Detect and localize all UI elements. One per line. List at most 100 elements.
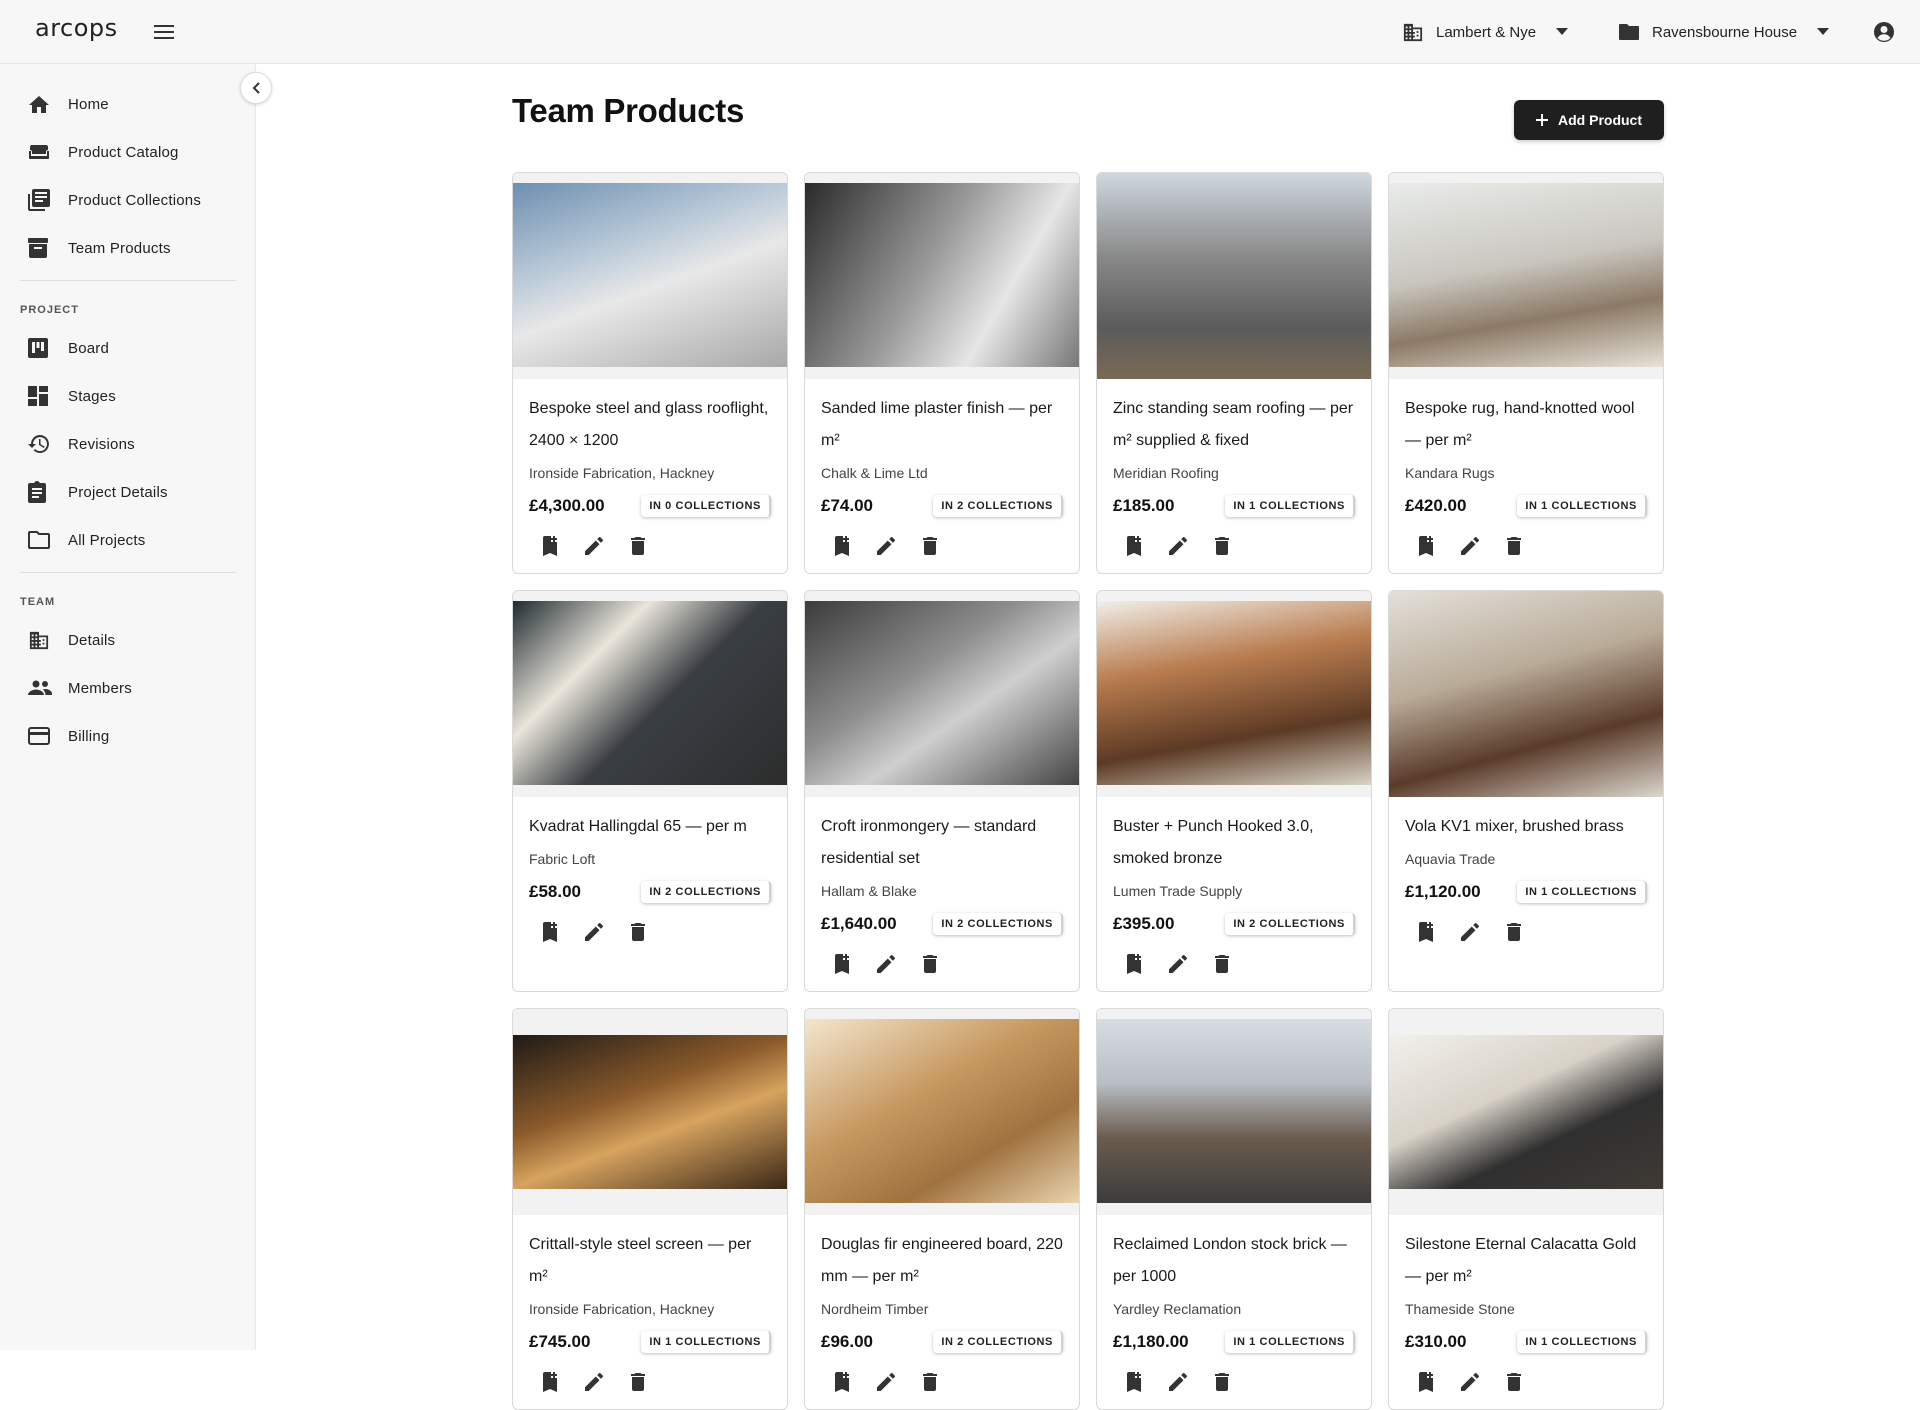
product-image-frame: [1389, 591, 1663, 797]
project-section-heading: PROJECT: [20, 304, 79, 316]
collections-badge[interactable]: IN 1 COLLECTIONS: [1225, 495, 1355, 517]
edit-button[interactable]: [583, 921, 605, 943]
delete-button[interactable]: [1211, 535, 1233, 557]
pencil-icon: [1169, 537, 1187, 555]
collections-badge[interactable]: IN 2 COLLECTIONS: [933, 495, 1063, 517]
product-supplier: Lumen Trade Supply: [1113, 883, 1243, 899]
edit-button[interactable]: [1167, 535, 1189, 557]
team-selector[interactable]: Lambert & Nye: [1402, 16, 1569, 48]
delete-button[interactable]: [1503, 1371, 1525, 1393]
add-to-collection-button[interactable]: [1123, 953, 1145, 975]
project-selector[interactable]: Ravensbourne House: [1618, 16, 1830, 48]
add-to-collection-button[interactable]: [1415, 535, 1437, 557]
library-icon: [20, 189, 60, 211]
pencil-icon: [1169, 955, 1187, 973]
delete-button[interactable]: [1503, 921, 1525, 943]
terraced-houses-photo[interactable]: [1097, 1019, 1371, 1203]
delete-button[interactable]: [1211, 1371, 1233, 1393]
edit-button[interactable]: [1167, 953, 1189, 975]
collections-badge[interactable]: IN 1 COLLECTIONS: [1517, 881, 1647, 903]
collapse-sidebar-button[interactable]: [240, 72, 272, 104]
product-price: £4,300.00: [529, 496, 605, 515]
trash-icon: [923, 955, 937, 973]
delete-button[interactable]: [919, 535, 941, 557]
collections-badge[interactable]: IN 1 COLLECTIONS: [1517, 495, 1647, 517]
plastering-photo[interactable]: [805, 183, 1079, 367]
kitchen-photo[interactable]: [1389, 1035, 1663, 1189]
bookmark-add-icon: [834, 954, 850, 974]
carpentry-photo[interactable]: [805, 601, 1079, 785]
sidebar-item-all-projects[interactable]: All Projects: [20, 520, 240, 560]
sidebar-item-details[interactable]: Details: [20, 620, 240, 660]
sidebar-item-product-collections[interactable]: Product Collections: [20, 180, 240, 220]
collections-badge[interactable]: IN 2 COLLECTIONS: [641, 881, 771, 903]
app-logo[interactable]: arcops: [35, 14, 118, 42]
living-room-photo[interactable]: [1389, 183, 1663, 367]
collections-badge[interactable]: IN 2 COLLECTIONS: [1225, 913, 1355, 935]
folder-icon: [1618, 23, 1640, 41]
add-to-collection-button[interactable]: [539, 921, 561, 943]
add-to-collection-button[interactable]: [539, 1371, 561, 1393]
assignment-icon: [20, 481, 60, 503]
sidebar-item-label: Revisions: [68, 435, 135, 453]
add-product-button[interactable]: Add Product: [1514, 100, 1664, 140]
add-to-collection-button[interactable]: [1123, 1371, 1145, 1393]
delete-button[interactable]: [1211, 953, 1233, 975]
sofa-icon: [20, 143, 60, 161]
product-title: Douglas fir engineered board, 220 mm — p…: [821, 1236, 1063, 1285]
delete-button[interactable]: [627, 535, 649, 557]
trash-icon: [631, 1373, 645, 1391]
sidebar-item-home[interactable]: Home: [20, 84, 240, 124]
people-icon: [20, 680, 60, 696]
bathroom-photo[interactable]: [1389, 591, 1663, 797]
add-to-collection-button[interactable]: [831, 1371, 853, 1393]
edit-button[interactable]: [875, 1371, 897, 1393]
dining-room-photo[interactable]: [1097, 601, 1371, 785]
edit-button[interactable]: [583, 535, 605, 557]
sidebar-item-stages[interactable]: Stages: [20, 376, 240, 416]
sidebar-item-board[interactable]: Board: [20, 328, 240, 368]
edit-button[interactable]: [1167, 1371, 1189, 1393]
delete-button[interactable]: [919, 1371, 941, 1393]
sidebar-item-revisions[interactable]: Revisions: [20, 424, 240, 464]
delete-button[interactable]: [1503, 535, 1525, 557]
edit-button[interactable]: [1459, 1371, 1481, 1393]
account-button[interactable]: [1870, 18, 1898, 46]
dashboard-icon: [20, 386, 60, 406]
delete-button[interactable]: [627, 921, 649, 943]
scaffolding-photo[interactable]: [1097, 173, 1371, 379]
sidebar: Home Product Catalog Product Collections…: [0, 64, 256, 1350]
rooflight-photo[interactable]: [513, 183, 787, 367]
loft-interior-photo[interactable]: [513, 1035, 787, 1189]
team-section-heading: TEAM: [20, 596, 56, 608]
delete-button[interactable]: [919, 953, 941, 975]
trash-icon: [1215, 537, 1229, 555]
add-to-collection-button[interactable]: [539, 535, 561, 557]
sidebar-item-team-products[interactable]: Team Products: [20, 228, 240, 268]
edit-button[interactable]: [875, 953, 897, 975]
edit-button[interactable]: [583, 1371, 605, 1393]
add-to-collection-button[interactable]: [1415, 1371, 1437, 1393]
delete-button[interactable]: [627, 1371, 649, 1393]
pencil-icon: [877, 537, 895, 555]
add-to-collection-button[interactable]: [831, 953, 853, 975]
sidebar-item-project-details[interactable]: Project Details: [20, 472, 240, 512]
sidebar-item-billing[interactable]: Billing: [20, 716, 240, 756]
edit-button[interactable]: [875, 535, 897, 557]
bookmark-add-icon: [542, 536, 558, 556]
collections-badge[interactable]: IN 2 COLLECTIONS: [933, 913, 1063, 935]
add-to-collection-button[interactable]: [831, 535, 853, 557]
add-to-collection-button[interactable]: [1415, 921, 1437, 943]
timber-photo[interactable]: [805, 1019, 1079, 1203]
menu-button[interactable]: [150, 18, 178, 46]
edit-button[interactable]: [1459, 535, 1481, 557]
sidebar-item-members[interactable]: Members: [20, 668, 240, 708]
edit-button[interactable]: [1459, 921, 1481, 943]
add-to-collection-button[interactable]: [1123, 535, 1145, 557]
trash-icon: [631, 537, 645, 555]
collections-badge[interactable]: IN 0 COLLECTIONS: [641, 495, 771, 517]
sidebar-item-label: Members: [68, 679, 132, 697]
sidebar-item-product-catalog[interactable]: Product Catalog: [20, 132, 240, 172]
fabric-swatches-photo[interactable]: [513, 601, 787, 785]
pencil-icon: [585, 923, 603, 941]
